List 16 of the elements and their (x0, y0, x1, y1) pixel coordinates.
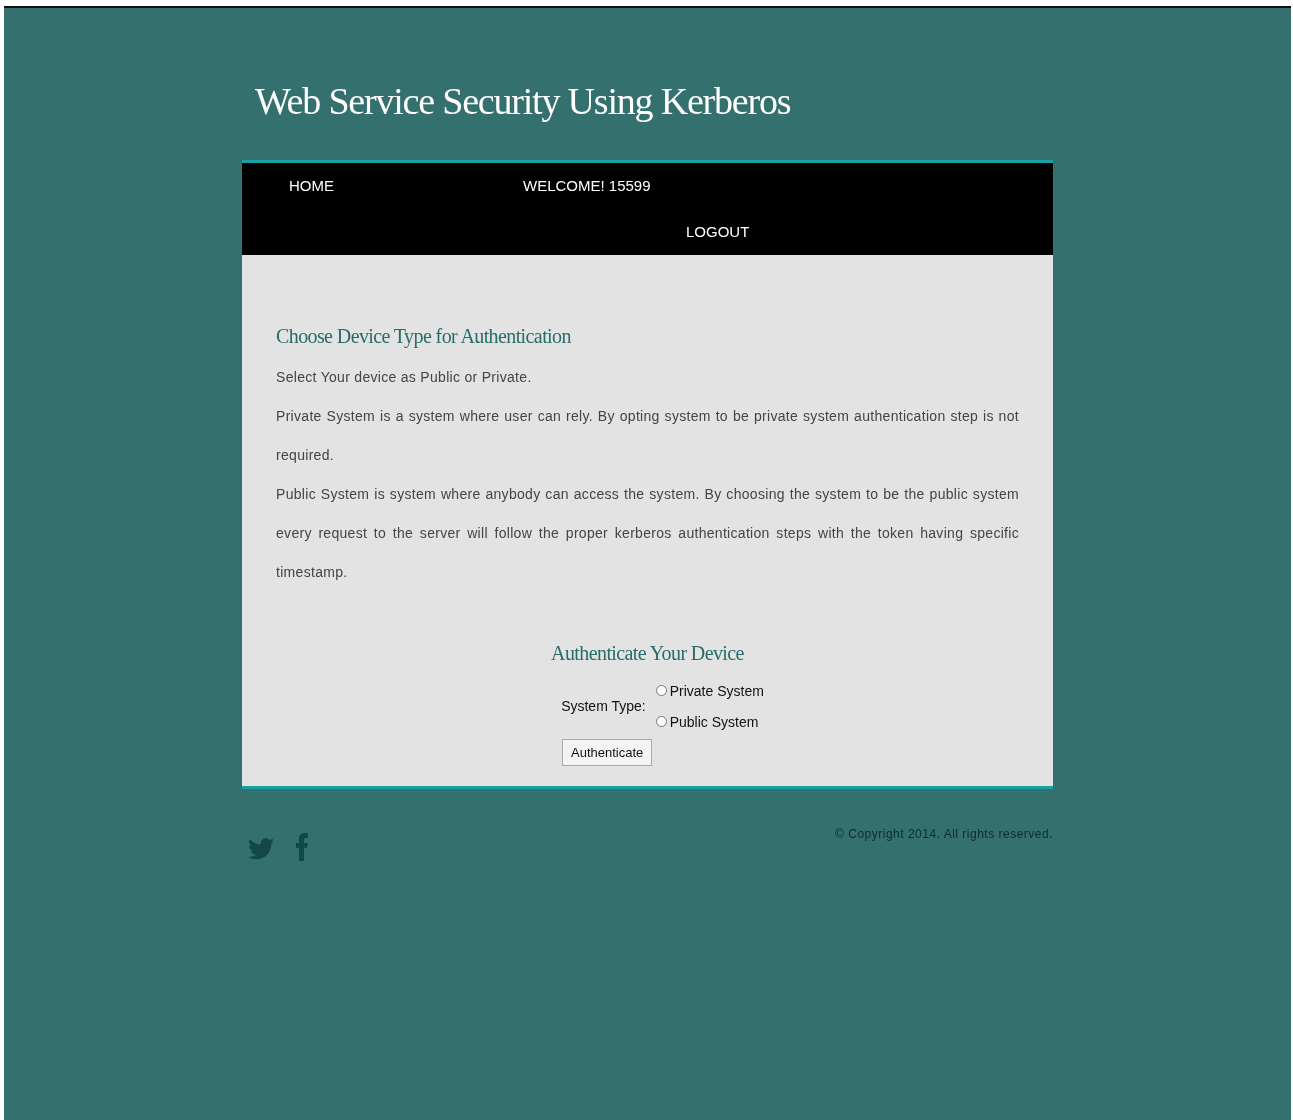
copyright-text: © Copyright 2014. All rights reserved. (835, 827, 1053, 841)
field-label: System Type: (561, 698, 646, 714)
paragraph: Public System is system where anybody can access the system. By choosing the system to be the public system every request to the server will follow the proper kerberos authentication steps with the token having specific timestamp. (276, 485, 1019, 582)
paragraph: Private System is a system where user can rely. By opting system to be private system authentication step is not required. (276, 407, 1019, 465)
radio-button[interactable] (655, 685, 667, 696)
nav-link[interactable]: WELCOME! 15599 (523, 177, 651, 197)
nav-link[interactable]: HOME (289, 177, 334, 197)
authenticate-button[interactable]: Authenticate (562, 739, 653, 766)
nav-link[interactable]: LOGOUT (686, 223, 750, 240)
radio-label: Public System (669, 713, 759, 730)
radio-label: Private System (669, 682, 764, 699)
form-heading: Authenticate Your Device (551, 642, 744, 665)
section-heading: Choose Device Type for Authentication (276, 325, 572, 348)
site-title: Web Service Security Using Kerberos (255, 82, 791, 120)
paragraph: Select Your device as Public or Private. (276, 368, 533, 387)
radio-button[interactable] (655, 716, 667, 727)
